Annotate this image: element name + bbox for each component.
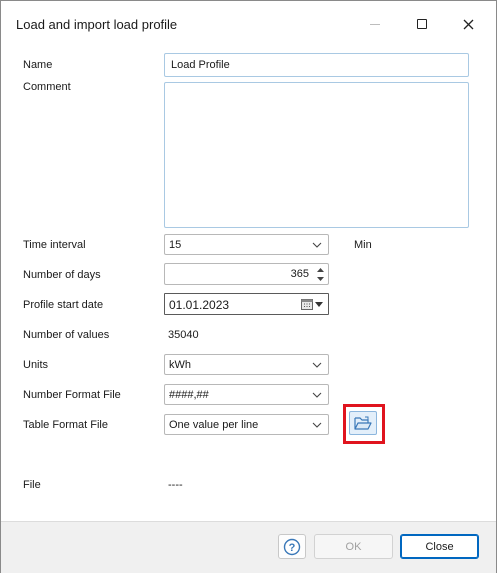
chevron-down-icon xyxy=(310,418,324,432)
table-format-value: One value per line xyxy=(169,418,259,431)
name-input-value: Load Profile xyxy=(171,59,230,71)
ok-button-label: OK xyxy=(345,540,362,553)
load-profile-dialog: Load and import load profile Name Load P… xyxy=(0,0,497,573)
maximize-icon xyxy=(417,19,427,29)
table-format-select[interactable]: One value per line xyxy=(164,414,329,435)
close-icon xyxy=(463,19,473,29)
help-icon: ? xyxy=(283,538,301,555)
ok-button[interactable]: OK xyxy=(314,534,393,559)
close-window-button[interactable] xyxy=(453,11,483,37)
svg-text:?: ? xyxy=(289,542,296,554)
time-interval-select[interactable]: 15 xyxy=(164,234,329,255)
spin-down-icon xyxy=(317,276,324,281)
dropdown-arrow-icon xyxy=(315,301,323,307)
name-label: Name xyxy=(23,59,53,71)
dialog-footer: ? OK Close xyxy=(1,521,496,573)
help-button[interactable]: ? xyxy=(278,534,306,559)
comment-textarea[interactable] xyxy=(164,82,469,228)
chevron-down-icon xyxy=(310,358,324,372)
calendar-dropdown-button[interactable] xyxy=(301,297,325,311)
chevron-down-icon xyxy=(310,238,324,252)
units-label: Units xyxy=(23,359,49,371)
minimize-button[interactable] xyxy=(360,11,390,37)
file-label: File xyxy=(23,479,41,491)
open-folder-icon xyxy=(354,416,372,430)
days-increment-button[interactable] xyxy=(314,265,327,274)
name-input[interactable]: Load Profile xyxy=(164,53,469,77)
spin-up-icon xyxy=(317,267,324,272)
units-select[interactable]: kWh xyxy=(164,354,329,375)
days-value: 365 xyxy=(290,268,309,280)
close-button-label: Close xyxy=(425,540,454,553)
time-interval-value: 15 xyxy=(169,238,182,251)
maximize-button[interactable] xyxy=(407,11,437,37)
calendar-icon xyxy=(301,299,313,310)
open-file-button[interactable] xyxy=(349,411,377,435)
start-date-picker[interactable]: 01.01.2023 xyxy=(164,293,329,315)
chevron-down-icon xyxy=(310,388,324,402)
time-interval-label: Time interval xyxy=(23,239,86,251)
number-format-label: Number Format File xyxy=(23,389,121,401)
days-decrement-button[interactable] xyxy=(314,274,327,283)
table-format-label: Table Format File xyxy=(23,419,108,431)
title-bar: Load and import load profile xyxy=(1,1,496,45)
time-interval-unit: Min xyxy=(354,239,372,251)
days-label: Number of days xyxy=(23,269,101,281)
days-spinbox[interactable]: 365 xyxy=(164,263,329,285)
comment-label: Comment xyxy=(23,81,71,93)
units-value: kWh xyxy=(169,358,191,371)
close-button[interactable]: Close xyxy=(400,534,479,559)
number-format-select[interactable]: ####,## xyxy=(164,384,329,405)
start-date-label: Profile start date xyxy=(23,299,104,311)
num-values-value: 35040 xyxy=(168,329,199,341)
num-values-label: Number of values xyxy=(23,329,110,341)
window-title: Load and import load profile xyxy=(16,17,178,32)
start-date-value: 01.01.2023 xyxy=(169,298,230,312)
file-value: ---- xyxy=(168,479,183,491)
number-format-value: ####,## xyxy=(169,388,209,401)
minimize-icon xyxy=(370,23,380,25)
